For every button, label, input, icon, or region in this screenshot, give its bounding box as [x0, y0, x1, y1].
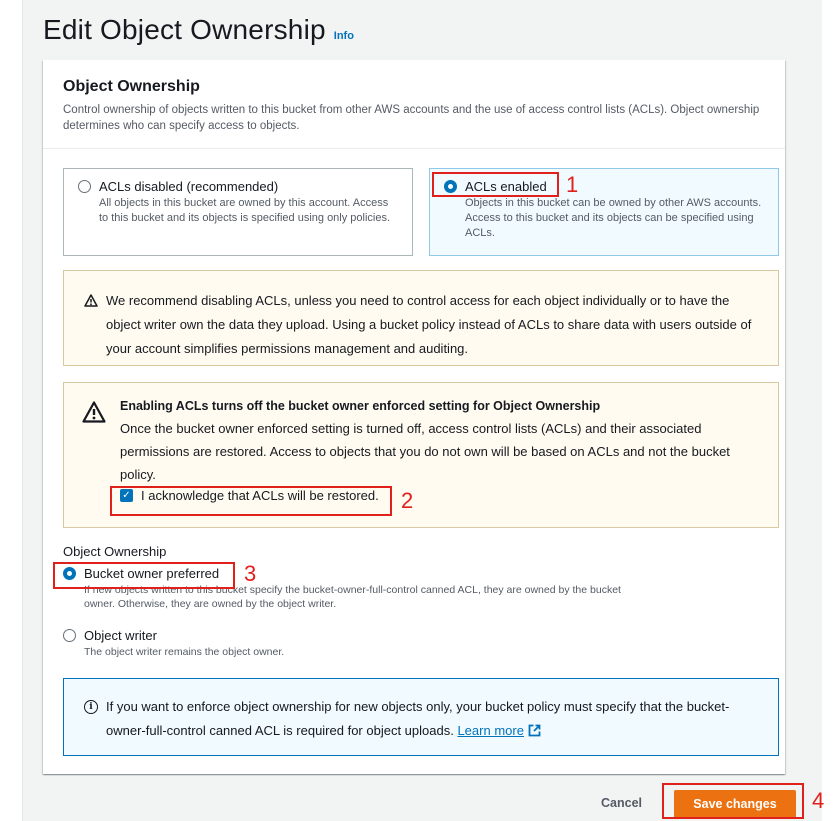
object-ownership-panel: Object Ownership Control ownership of ob…	[43, 60, 785, 774]
annotation-box-3	[53, 562, 235, 589]
acls-disabled-radio[interactable]	[78, 180, 91, 193]
external-link-icon[interactable]	[528, 724, 541, 737]
object-writer-description: The object writer remains the object own…	[84, 646, 285, 658]
object-writer-option[interactable]: Object writer The object writer remains …	[63, 628, 623, 659]
annotation-box-1	[432, 172, 559, 197]
panel-title: Object Ownership	[63, 78, 200, 95]
cancel-button[interactable]: Cancel	[601, 796, 642, 810]
acls-disabled-tile[interactable]: ACLs disabled (recommended) All objects …	[63, 168, 413, 256]
annotation-number-4: 4	[812, 788, 825, 813]
panel-header: Object Ownership Control ownership of ob…	[43, 60, 785, 134]
acls-enabled-description: Objects in this bucket can be owned by o…	[465, 197, 762, 239]
acls-disabled-label: ACLs disabled (recommended)	[99, 179, 279, 194]
page-header: Edit Object Ownership Info	[43, 14, 354, 46]
annotation-box-4	[662, 783, 804, 819]
info-alert-text: If you want to enforce object ownership …	[106, 695, 758, 739]
annotation-number-3: 3	[244, 561, 257, 586]
info-link[interactable]: Info	[334, 30, 354, 42]
annotation-number-1: 1	[566, 172, 579, 197]
info-alert: i If you want to enforce object ownershi…	[63, 678, 779, 756]
page-background: Edit Object Ownership Info Object Owners…	[22, 0, 822, 821]
object-writer-label: Object writer	[84, 628, 157, 643]
annotation-number-2: 2	[401, 488, 414, 513]
enable-acls-alert-text: Once the bucket owner enforced setting i…	[120, 421, 730, 482]
enable-acls-alert-heading: Enabling ACLs turns off the bucket owner…	[120, 399, 601, 413]
ownership-section-label: Object Ownership	[63, 544, 167, 559]
object-writer-radio[interactable]	[63, 629, 76, 642]
warning-icon	[82, 401, 106, 423]
info-icon: i	[84, 700, 98, 714]
info-alert-message: If you want to enforce object ownership …	[106, 699, 730, 738]
panel-description: Control ownership of objects written to …	[63, 104, 760, 132]
learn-more-link[interactable]: Learn more	[457, 723, 523, 738]
page-title: Edit Object Ownership	[43, 14, 326, 45]
annotation-box-2	[110, 486, 392, 516]
recommend-alert: We recommend disabling ACLs, unless you …	[63, 270, 779, 366]
warning-icon	[84, 294, 98, 307]
panel-divider	[43, 148, 785, 149]
acls-disabled-description: All objects in this bucket are owned by …	[99, 197, 391, 224]
recommend-alert-text: We recommend disabling ACLs, unless you …	[106, 293, 752, 356]
